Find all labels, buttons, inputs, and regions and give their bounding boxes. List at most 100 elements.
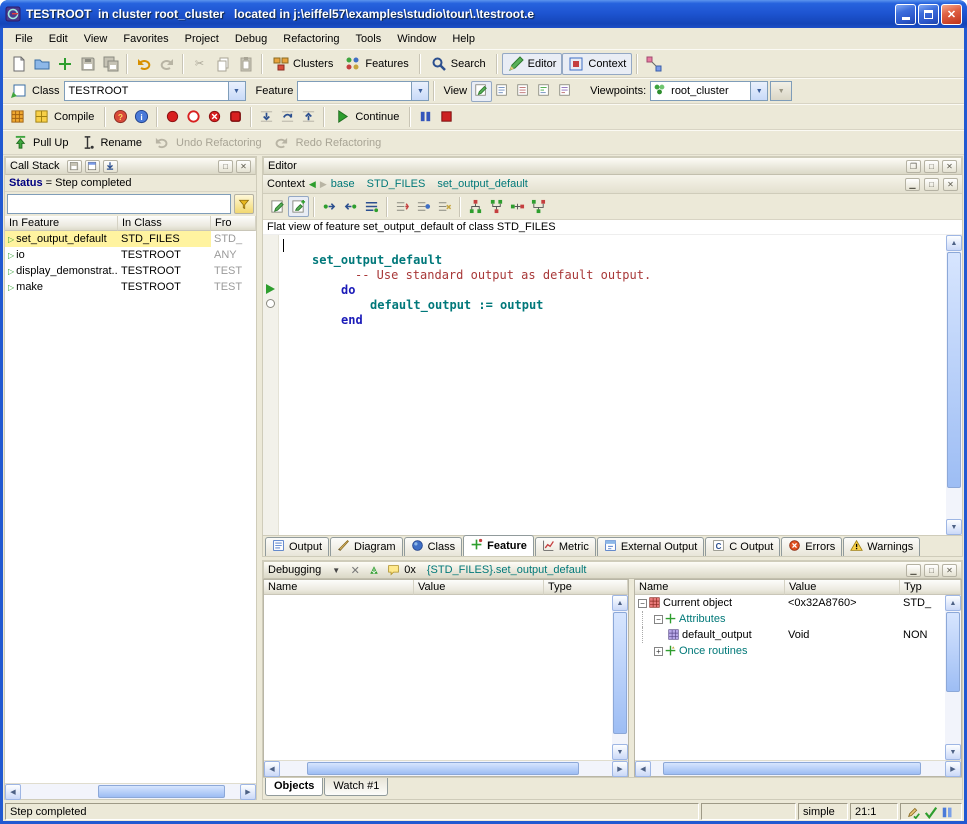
pull-up-button[interactable]: Pull Up <box>7 132 74 154</box>
search-button[interactable]: Search <box>425 53 492 75</box>
stack-depth-apply-button[interactable] <box>234 194 254 214</box>
open-project-button[interactable] <box>30 52 53 75</box>
scroll-thumb[interactable] <box>946 612 960 692</box>
view-editor-button[interactable] <box>471 81 492 102</box>
chevron-down-icon[interactable]: ▼ <box>228 82 245 100</box>
diagram-tool-button[interactable] <box>642 52 665 75</box>
enable-breakpoints-button[interactable] <box>162 107 183 128</box>
callees-button[interactable] <box>340 196 361 217</box>
chevron-down-icon[interactable]: ▼ <box>411 82 428 100</box>
creators-button[interactable] <box>413 196 434 217</box>
new-feature-button[interactable] <box>288 196 309 217</box>
ancestors-button[interactable] <box>465 196 486 217</box>
tab-diagram[interactable]: Diagram <box>330 537 403 556</box>
save-all-button[interactable] <box>99 52 122 75</box>
feature-combo[interactable]: ▼ <box>297 81 429 101</box>
context-toggle-button[interactable]: Context <box>562 53 632 75</box>
view-contract-button[interactable] <box>534 81 555 102</box>
scroll-thumb[interactable] <box>663 762 922 775</box>
undo-button[interactable] <box>132 52 155 75</box>
scroll-down-icon[interactable]: ▼ <box>945 744 961 760</box>
menu-window[interactable]: Window <box>389 31 444 47</box>
breakpoint-slot-icon[interactable] <box>266 299 275 308</box>
clusters-button[interactable]: Clusters <box>267 53 339 75</box>
menu-refactoring[interactable]: Refactoring <box>275 31 347 47</box>
collapse-icon[interactable]: − <box>654 615 663 624</box>
close-tool-button[interactable]: ✕ <box>236 160 251 173</box>
tab-objects[interactable]: Objects <box>265 778 323 796</box>
scroll-left-icon[interactable]: ◀ <box>635 761 651 777</box>
tab-metric[interactable]: Metric <box>535 537 596 556</box>
undo-refactoring-button[interactable]: Undo Refactoring <box>148 132 268 154</box>
close-tool-button[interactable]: ✕ <box>942 564 957 577</box>
disable-breakpoints-button[interactable] <box>183 107 204 128</box>
tree-row[interactable]: − Attributes <box>635 611 945 627</box>
history-back-icon[interactable]: ◀ <box>309 179 316 190</box>
column-in-feature[interactable]: In Feature <box>5 216 118 231</box>
column-type[interactable]: Type <box>544 580 628 595</box>
column-name[interactable]: Name <box>635 580 785 595</box>
features-button[interactable]: Features <box>339 53 414 75</box>
system-info-button[interactable]: i <box>131 107 152 128</box>
stop-button[interactable] <box>436 107 457 128</box>
tree-row[interactable]: + Once routines <box>635 643 945 659</box>
watch-hscrollbar[interactable]: ◀ ▶ <box>264 760 628 776</box>
tab-warnings[interactable]: Warnings <box>843 537 920 556</box>
tab-external-output[interactable]: External Output <box>597 537 704 556</box>
scroll-up-icon[interactable]: ▲ <box>612 595 628 611</box>
save-button[interactable] <box>76 52 99 75</box>
code-editor[interactable]: set_output_default-- Use standard output… <box>279 235 946 535</box>
clients-button[interactable] <box>507 196 528 217</box>
editor-toggle-button[interactable]: Editor <box>502 53 563 75</box>
scroll-left-icon[interactable]: ◀ <box>264 761 280 777</box>
scroll-thumb[interactable] <box>307 762 579 775</box>
viewpoints-combo[interactable]: root_cluster ▼ <box>650 81 768 101</box>
column-in-class[interactable]: In Class <box>118 216 211 231</box>
editor-vscrollbar[interactable]: ▲ ▼ <box>946 235 962 535</box>
redo-button[interactable] <box>155 52 178 75</box>
new-document-button[interactable] <box>7 52 30 75</box>
tree-row[interactable]: − Current object <0x32A8760> STD_ <box>635 595 945 611</box>
redo-refactoring-button[interactable]: Redo Refactoring <box>268 132 388 154</box>
watch-rows[interactable] <box>264 595 612 760</box>
call-stack-caption[interactable]: Call Stack □ ✕ <box>5 157 256 175</box>
pause-button[interactable] <box>415 107 436 128</box>
menu-file[interactable]: File <box>7 31 41 47</box>
assigners-button[interactable] <box>392 196 413 217</box>
hex-bubble-icon[interactable] <box>385 563 401 578</box>
tab-feature[interactable]: Feature <box>463 535 534 556</box>
step-out-button[interactable] <box>298 107 319 128</box>
minimize-button[interactable] <box>895 4 916 25</box>
menu-debug[interactable]: Debug <box>227 31 275 47</box>
call-stack-row[interactable]: ▷io TESTROOT ANY <box>5 247 256 263</box>
maximize-tool-button[interactable]: □ <box>218 160 233 173</box>
scroll-left-icon[interactable]: ◀ <box>5 784 21 800</box>
close-tool-button[interactable]: ✕ <box>942 160 957 173</box>
menu-favorites[interactable]: Favorites <box>115 31 176 47</box>
editor-gutter[interactable] <box>263 235 279 535</box>
collapse-icon[interactable]: − <box>638 599 647 608</box>
debugging-caption[interactable]: Debugging ▼ ✕ 0x {STD_FILES}.set_output_… <box>263 561 962 579</box>
call-stack-row[interactable]: ▷make TESTROOT TEST <box>5 279 256 295</box>
import-stack-button[interactable] <box>103 160 118 173</box>
call-stack-row[interactable]: ▷set_output_default STD_FILES STD_ <box>5 231 256 247</box>
close-debug-view-icon[interactable]: ✕ <box>347 563 363 578</box>
undock-tool-button[interactable]: ❐ <box>906 160 921 173</box>
step-into-button[interactable] <box>256 107 277 128</box>
scroll-up-icon[interactable]: ▲ <box>945 595 961 611</box>
exception-icon[interactable] <box>366 563 382 578</box>
column-value[interactable]: Value <box>785 580 900 595</box>
chevron-down-icon[interactable]: ▼ <box>328 563 344 578</box>
call-stack-row[interactable]: ▷display_demonstrat... TESTROOT TEST <box>5 263 256 279</box>
scroll-right-icon[interactable]: ▶ <box>240 784 256 800</box>
minimize-tool-button[interactable]: ▁ <box>906 564 921 577</box>
scroll-down-icon[interactable]: ▼ <box>612 744 628 760</box>
code-area[interactable]: set_output_default-- Use standard output… <box>263 235 962 535</box>
compile-button[interactable]: Compile <box>28 106 100 128</box>
titlebar[interactable]: TESTROOT in cluster root_cluster located… <box>0 0 967 28</box>
view-interface-button[interactable] <box>555 81 576 102</box>
view-flat-button[interactable] <box>513 81 534 102</box>
view-formatted-button[interactable] <box>492 81 513 102</box>
chevron-down-icon[interactable]: ▼ <box>750 82 767 100</box>
menu-tools[interactable]: Tools <box>348 31 390 47</box>
